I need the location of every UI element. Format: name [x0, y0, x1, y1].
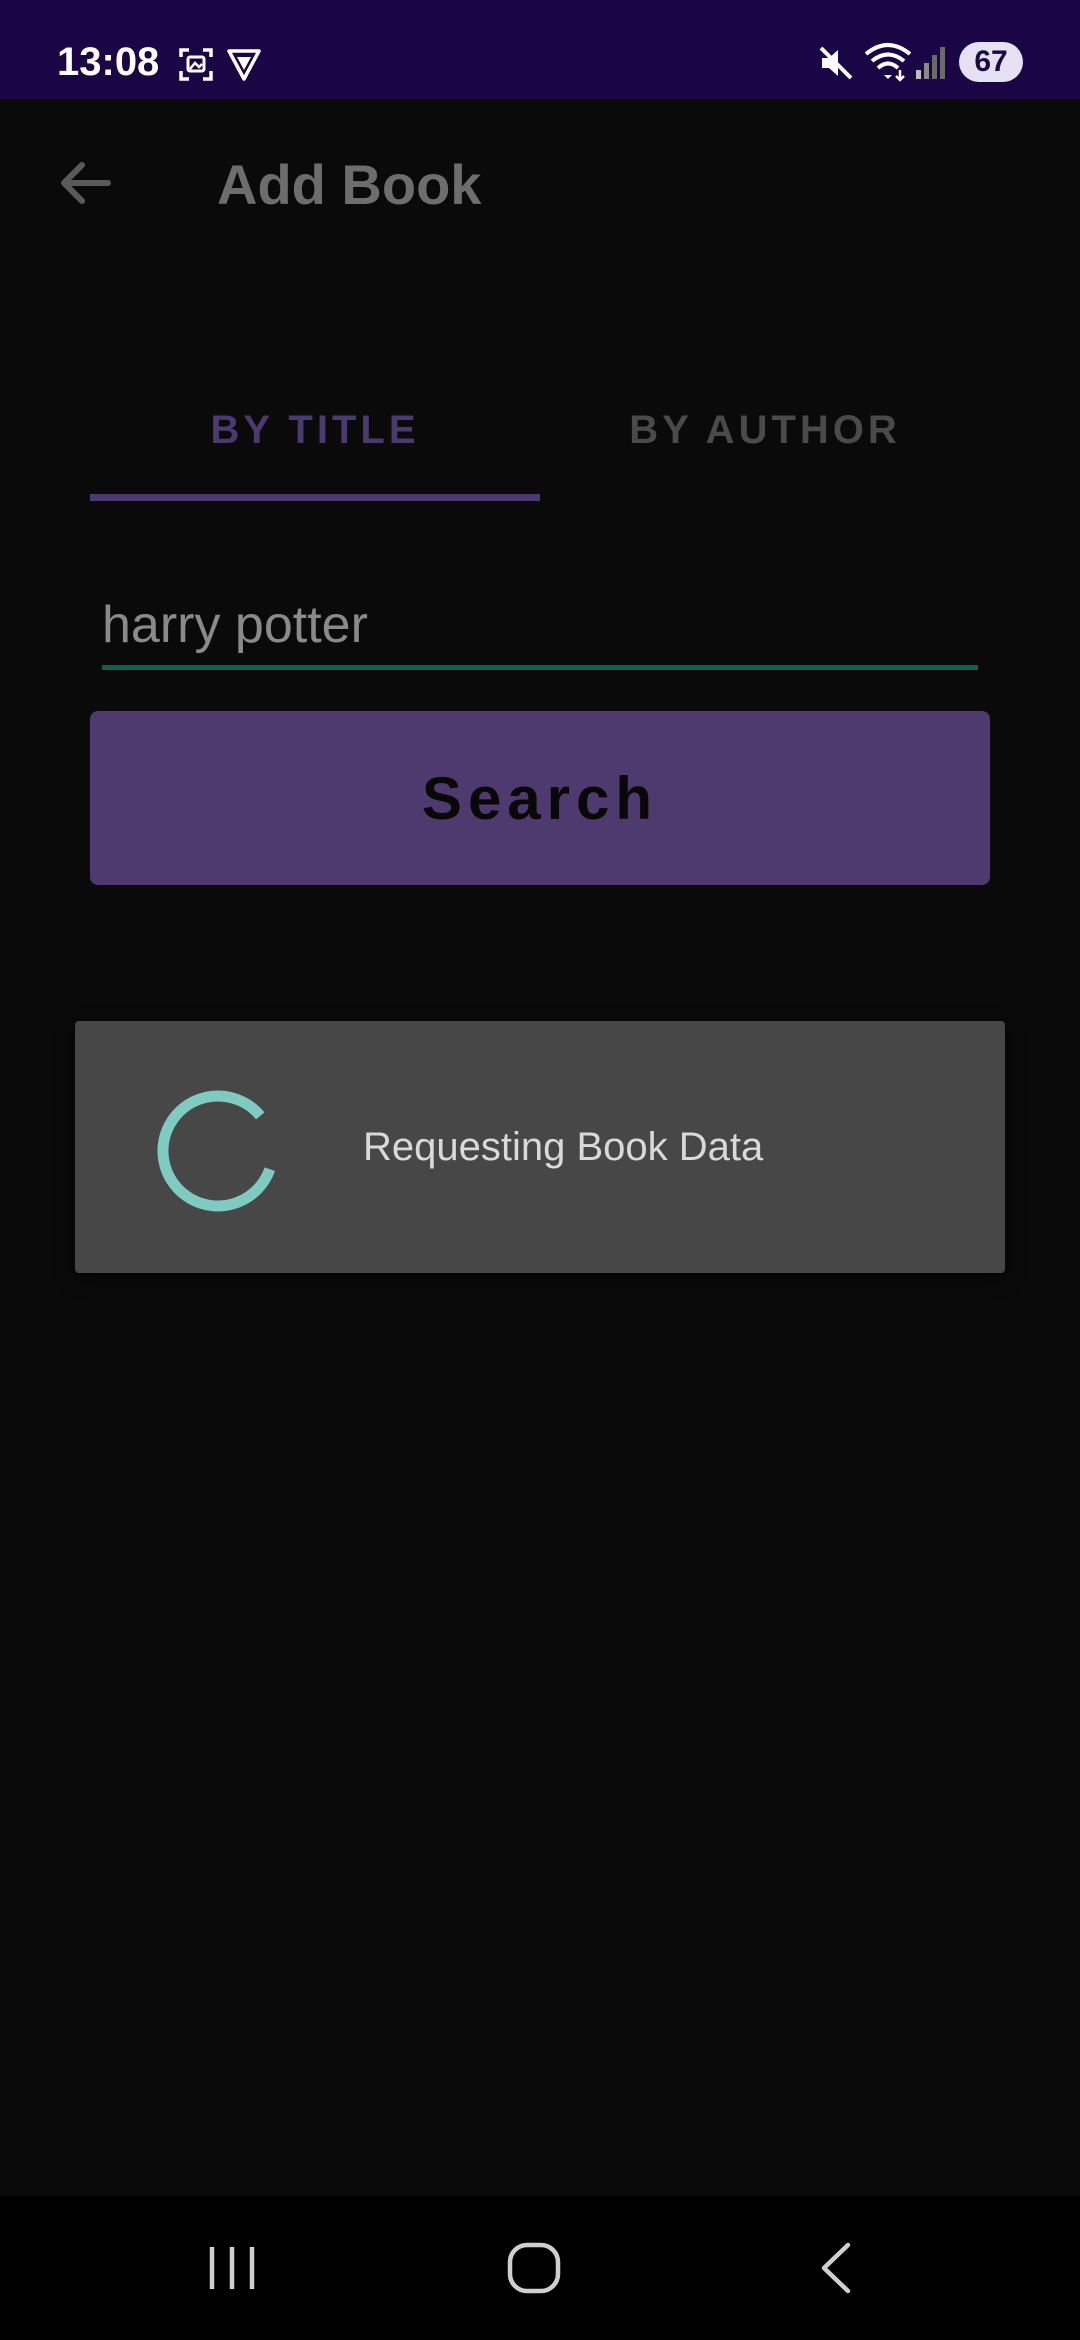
signal-icon: [914, 44, 948, 85]
page-title: Add Book: [217, 153, 482, 216]
back-arrow-icon[interactable]: [54, 157, 114, 214]
search-button[interactable]: Search: [90, 711, 990, 885]
status-bar: 13:08 67: [0, 0, 1080, 99]
search-input[interactable]: [102, 585, 978, 670]
app-bar: [0, 99, 1080, 269]
status-time: 13:08: [57, 40, 160, 84]
tab-by-author[interactable]: BY AUTHOR: [540, 398, 990, 502]
system-nav-bar: [0, 2196, 1080, 2340]
mute-icon: [818, 44, 854, 87]
vpn-shield-icon: [226, 46, 262, 87]
wifi-icon: [864, 42, 912, 87]
tab-selected-indicator: [90, 494, 540, 501]
battery-icon: 67: [959, 42, 1023, 82]
back-icon[interactable]: [736, 2196, 936, 2340]
recent-apps-icon[interactable]: [132, 2196, 332, 2340]
loading-dialog: Requesting Book Data: [75, 1021, 1005, 1273]
loading-message: Requesting Book Data: [363, 1125, 764, 1169]
screenshot-icon: [178, 46, 214, 87]
home-icon[interactable]: [434, 2196, 634, 2340]
tab-by-title[interactable]: BY TITLE: [90, 398, 540, 502]
loading-spinner-icon: [157, 1083, 287, 1218]
